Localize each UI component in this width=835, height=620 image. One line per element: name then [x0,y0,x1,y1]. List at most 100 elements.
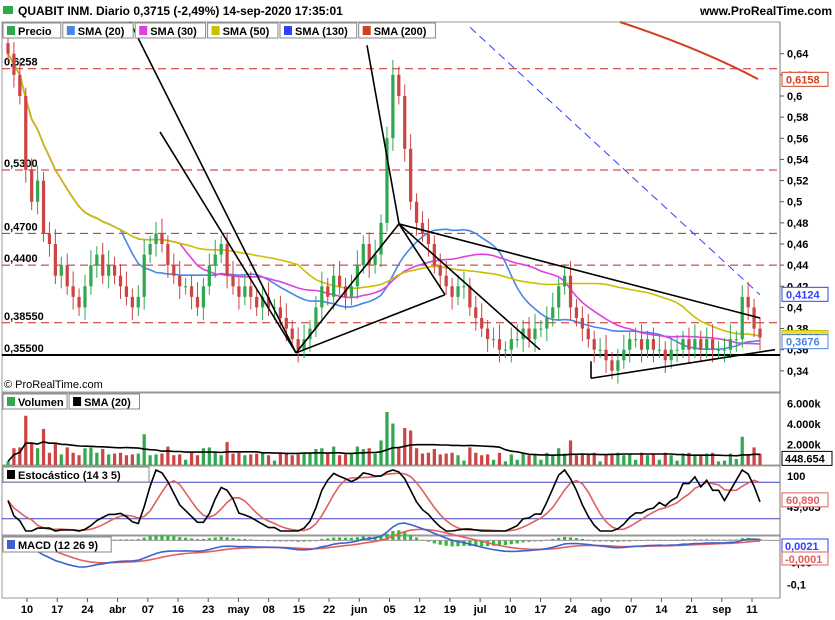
volume-bar [148,455,152,465]
candle-body [166,244,170,266]
macd-hist-bar [562,537,567,541]
price-tick-label: 0,52 [787,176,808,188]
candle-body [332,275,336,297]
candle-body [255,296,259,308]
date-axis: 10 17 24 abr 07 16 23 may 08 15 22 jun 05 12 19 jul 10 17… [21,598,758,616]
level-label: 0,4400 [4,253,38,265]
date-tick-label: 11 [746,604,758,616]
level-label: 0,38550 [4,311,44,323]
volume-legend[interactable]: Volumen SMA (20) [2,393,140,410]
volume-bar [95,452,99,465]
candle-body [675,349,679,351]
volume-bar [420,453,425,465]
level-label: 0,5300 [4,158,38,170]
stochastic-legend[interactable]: Estocástico (14 3 5) [2,466,150,483]
candle-body [740,296,744,340]
legend-label: SMA (20) [84,397,131,409]
volume-bar [160,453,164,465]
candle-body [18,74,22,96]
candle-body [574,307,579,318]
volume-bar [521,452,525,465]
volume-bar [568,440,573,465]
volume-bar [112,453,117,465]
volume-bar [480,455,484,465]
candle-body [568,275,573,308]
volume-bar [574,455,579,465]
volume-bar [367,448,371,465]
macd-hist-bar [148,536,152,541]
candle-body [124,286,129,297]
macd-hist-bar [409,534,413,541]
panel-frames [1,21,781,599]
volume-tick-label: 6.000k [787,398,822,410]
level-label: 0,4700 [4,221,38,233]
legend-label: SMA (30) [150,26,197,38]
macd-hist-bar [397,530,401,541]
price-tick-label: 0,64 [787,49,809,61]
volume-bar [178,454,182,465]
macd-legend[interactable]: MACD (12 26 9) [2,536,112,553]
volume-bar [645,455,650,465]
price-tick-label: 0,4 [787,302,803,314]
candle-body [326,286,330,297]
candle-body [142,254,146,297]
date-tick-label: 22 [323,604,335,616]
macd-hist-bar [219,536,223,541]
volume-bar [260,452,265,465]
candle-body [438,265,442,276]
date-tick-label: 08 [263,604,275,616]
candle-body [456,286,460,297]
volume-bar [166,446,170,465]
volume-bar [231,453,235,465]
volume-bar [657,459,661,465]
date-tick-label: 10 [21,604,33,616]
candle-body [598,349,602,351]
legend-label: Precio [18,26,52,38]
candle-body [249,286,253,297]
volume-bar [201,448,206,465]
price-tick-label: 0,58 [787,112,808,124]
candle-body [486,328,490,340]
stock-chart: QUABIT INM. Diario 0,3715 (-2,49%) 14-se… [1,4,833,616]
volume-bar [450,452,454,465]
volume-bar [272,460,277,465]
date-tick-label: 05 [383,604,395,616]
volume-bar [527,455,531,465]
candle-body [705,339,709,350]
candle-body [112,265,117,276]
candle-body [201,286,206,308]
volume-bar [651,454,656,465]
candle-body [515,339,519,341]
site-label: www.ProRealTime.com [699,4,832,18]
volume-bar [491,459,496,465]
candle-body [580,318,584,329]
candle-body [669,349,673,361]
candle-body [243,286,247,297]
volume-bar [320,448,324,465]
candle-body [491,339,496,341]
candle-body [53,244,57,276]
swatch-icon [362,26,371,35]
candle-body [610,360,614,371]
date-tick-label: ago [591,604,611,616]
volume-bar [551,455,555,465]
candle-body [557,286,561,308]
candle-body [95,254,99,266]
copyright-text: © ProRealTime.com [4,379,103,391]
value-tag-label: 0,6158 [786,74,820,86]
date-tick-label: 14 [655,604,668,616]
candle-body [746,296,750,308]
volume-bar [308,452,312,465]
volume-bar [118,452,123,465]
price-legend[interactable]: Precio SMA (20) SMA (30) SMA (50) SMA (130) S… [2,22,436,39]
date-tick-label: jul [473,604,487,616]
volume-bar [284,452,288,465]
candle-body [711,339,715,350]
volume-bar [47,452,52,465]
candle-body [225,244,229,276]
volume-bar [438,454,442,465]
volume-bar [278,453,282,465]
stoch-tick-label: 100 [787,471,805,483]
candle-body [278,307,282,318]
candle-body [30,170,34,202]
